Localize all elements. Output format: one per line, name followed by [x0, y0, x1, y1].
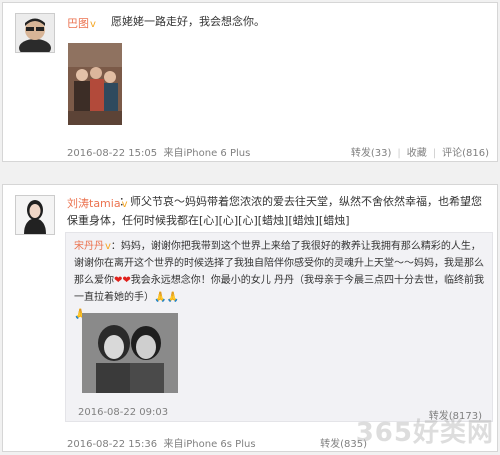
post-author[interactable]: 巴图v — [67, 15, 96, 31]
avatar[interactable] — [15, 13, 55, 53]
post-timestamp[interactable]: 2016-08-22 15:05 来自iPhone 6 Plus — [67, 144, 250, 159]
post-source: 来自iPhone 6 Plus — [163, 148, 251, 159]
quote-text-block: 宋丹丹v：妈妈，谢谢你把我带到这个世界上来给了我很好的教养让我拥有那么精彩的人生… — [74, 238, 488, 323]
avatar-image — [16, 196, 54, 234]
post-text: ：师父节哀～妈妈带着您浓浓的爱去往天堂，纵然不舍依然幸福，也希望您保重身体，任何… — [67, 195, 482, 227]
favorite-button[interactable]: 收藏 — [407, 144, 427, 159]
weibo-post-1: 巴图v 愿姥姥一路走好，我会想念你。 2016-08-22 15:05 来自iP… — [2, 2, 498, 162]
repost-quote: 宋丹丹v：妈妈，谢谢你把我带到这个世界上来给了我很好的教养让我拥有那么精彩的人生… — [65, 232, 493, 422]
post-photo[interactable] — [68, 43, 122, 125]
comment-button[interactable]: 评论(816) — [442, 144, 489, 159]
avatar[interactable] — [15, 195, 55, 235]
pray-icon: 🙏🙏 — [154, 292, 179, 303]
quote-text-2: 我会永远想念你！你最小的女儿 丹丹（我母亲于今晨三点四十分去世，临终前我一直拉着… — [74, 275, 484, 303]
avatar-image — [16, 14, 54, 52]
post-source: 来自iPhone 6s Plus — [163, 439, 256, 450]
heart-icon: ❤❤ — [114, 275, 131, 286]
watermark: 365好类网 — [355, 418, 494, 448]
forward-button[interactable]: 转发(33) — [351, 144, 392, 159]
post-timestamp[interactable]: 2016-08-22 15:36 来自iPhone 6s Plus — [67, 435, 256, 450]
quote-timestamp[interactable]: 2016-08-22 09:03 — [78, 407, 168, 418]
vip-badge-icon: v — [90, 19, 96, 30]
post-text: 愿姥姥一路走好，我会想念你。 — [111, 15, 265, 28]
quote-author[interactable]: 宋丹丹 — [74, 241, 104, 252]
post-actions: 转发(33) | 收藏 | 评论(816) — [351, 144, 489, 159]
quote-photo[interactable] — [82, 313, 178, 393]
